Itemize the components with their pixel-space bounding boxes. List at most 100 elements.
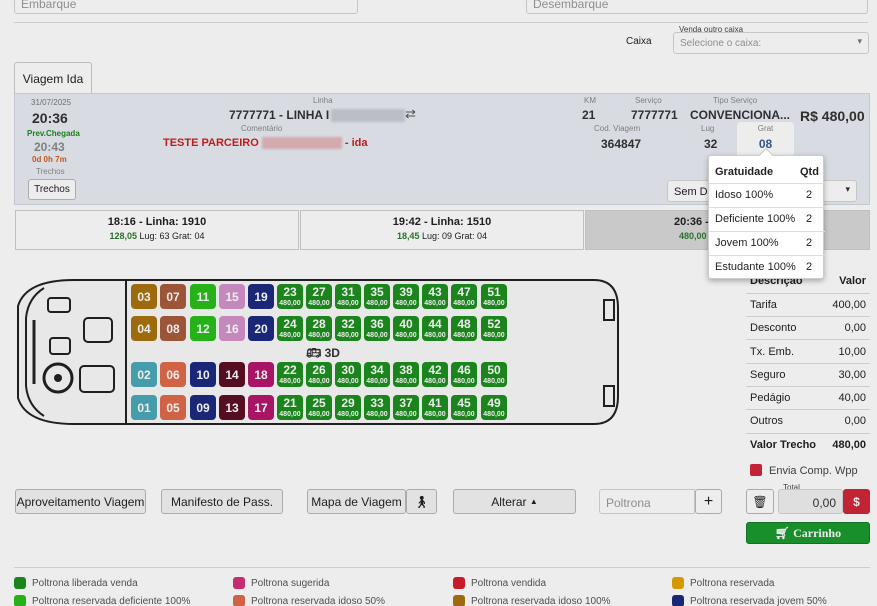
seat-15[interactable]: 15 <box>219 284 245 309</box>
seat-number: 06 <box>166 367 180 382</box>
seat-23[interactable]: 23 480,00 <box>277 284 303 309</box>
seat-price: 480,00 <box>337 378 359 385</box>
walking-person-icon[interactable]: 🚶︎ <box>406 489 437 514</box>
trip-info: Lug: 09 Grat: 04 <box>422 231 488 241</box>
seat-29[interactable]: 29 480,00 <box>335 395 361 420</box>
trechos-button[interactable]: Trechos <box>28 179 76 200</box>
seat-44[interactable]: 44 480,00 <box>422 316 448 341</box>
bus-3d-label[interactable]: 🚌︎ 3D <box>306 346 340 360</box>
envia-checkbox[interactable] <box>750 464 762 476</box>
desembarque-field[interactable]: Desembarque <box>526 0 868 14</box>
carrinho-button[interactable]: 🛒︎ Carrinho <box>746 522 870 544</box>
seat-10[interactable]: 10 <box>190 362 216 387</box>
seat-25[interactable]: 25 480,00 <box>306 395 332 420</box>
popup-header-gratuidade: Gratuidade <box>715 166 774 178</box>
comentario-suffix: - ida <box>344 137 368 149</box>
seat-13[interactable]: 13 <box>219 395 245 420</box>
manifesto-button[interactable]: Manifesto de Pass. <box>161 489 283 514</box>
aproveitamento-button[interactable]: Aproveitamento Viagem <box>15 489 146 514</box>
seat-35[interactable]: 35 480,00 <box>364 284 390 309</box>
seat-42[interactable]: 42 480,00 <box>422 362 448 387</box>
alterar-button[interactable]: Alterar ▲ <box>453 489 576 514</box>
add-poltrona-button[interactable]: + <box>695 489 722 514</box>
seat-number: 28 <box>312 317 326 331</box>
seat-52[interactable]: 52 480,00 <box>481 316 507 341</box>
fare-row: Pedágio 40,00 <box>746 385 870 410</box>
dollar-icon[interactable]: $ <box>843 489 870 514</box>
seat-07[interactable]: 07 <box>160 284 186 309</box>
poltrona-input[interactable]: Poltrona <box>599 489 695 514</box>
seat-28[interactable]: 28 480,00 <box>306 316 332 341</box>
seat-03[interactable]: 03 <box>131 284 157 309</box>
servico-value: 7777771 <box>631 108 678 122</box>
seat-08[interactable]: 08 <box>160 316 186 341</box>
trip-option[interactable]: 18:16 - Linha: 1910 128,05 Lug: 63 Grat:… <box>15 210 299 250</box>
seat-19[interactable]: 19 <box>248 284 274 309</box>
linha-value: 7777771 - LINHA I <box>229 108 406 123</box>
trash-icon[interactable]: 🗑︎ <box>746 489 774 514</box>
seat-14[interactable]: 14 <box>219 362 245 387</box>
seat-number: 12 <box>196 321 210 336</box>
gratuidade-row: Estudante 100% 2 <box>709 255 825 279</box>
mapa-viagem-button[interactable]: Mapa de Viagem <box>307 489 406 514</box>
seat-45[interactable]: 45 480,00 <box>451 395 477 420</box>
seat-31[interactable]: 31 480,00 <box>335 284 361 309</box>
trip-option[interactable]: 19:42 - Linha: 1510 18,45 Lug: 09 Grat: … <box>300 210 584 250</box>
seat-32[interactable]: 32 480,00 <box>335 316 361 341</box>
seat-number: 45 <box>457 396 471 410</box>
grat-label: Grat <box>757 124 774 133</box>
seat-12[interactable]: 12 <box>190 316 216 341</box>
caret-up-icon: ▲ <box>529 497 538 506</box>
seat-22[interactable]: 22 480,00 <box>277 362 303 387</box>
seat-price: 480,00 <box>279 378 301 385</box>
seat-41[interactable]: 41 480,00 <box>422 395 448 420</box>
seat-46[interactable]: 46 480,00 <box>451 362 477 387</box>
seat-34[interactable]: 34 480,00 <box>364 362 390 387</box>
seat-43[interactable]: 43 480,00 <box>422 284 448 309</box>
seat-39[interactable]: 39 480,00 <box>393 284 419 309</box>
legend-item: Poltrona reservada <box>672 577 775 589</box>
legend-label: Poltrona reservada <box>690 577 775 589</box>
gratuidade-row: Idoso 100% 2 <box>709 183 825 207</box>
seat-number: 42 <box>428 363 442 377</box>
seat-51[interactable]: 51 480,00 <box>481 284 507 309</box>
seat-40[interactable]: 40 480,00 <box>393 316 419 341</box>
seat-price: 480,00 <box>453 332 475 339</box>
seat-36[interactable]: 36 480,00 <box>364 316 390 341</box>
seat-24[interactable]: 24 480,00 <box>277 316 303 341</box>
seat-38[interactable]: 38 480,00 <box>393 362 419 387</box>
swap-icon[interactable]: ⇄ <box>405 106 416 122</box>
seat-16[interactable]: 16 <box>219 316 245 341</box>
seat-21[interactable]: 21 480,00 <box>277 395 303 420</box>
seat-20[interactable]: 20 <box>248 316 274 341</box>
seat-price: 480,00 <box>424 411 446 418</box>
chevron-down-icon: ▾ <box>857 36 862 46</box>
seat-04[interactable]: 04 <box>131 316 157 341</box>
seat-18[interactable]: 18 <box>248 362 274 387</box>
lug-label: Lug <box>701 124 715 133</box>
fare-row: Tarifa 400,00 <box>746 292 870 317</box>
seat-02[interactable]: 02 <box>131 362 157 387</box>
seat-33[interactable]: 33 480,00 <box>364 395 390 420</box>
seat-number: 10 <box>196 367 210 382</box>
seat-27[interactable]: 27 480,00 <box>306 284 332 309</box>
embarque-field[interactable]: Embarque <box>14 0 358 14</box>
seat-11[interactable]: 11 <box>190 284 216 309</box>
seat-06[interactable]: 06 <box>160 362 186 387</box>
seat-26[interactable]: 26 480,00 <box>306 362 332 387</box>
seat-50[interactable]: 50 480,00 <box>481 362 507 387</box>
seat-49[interactable]: 49 480,00 <box>481 395 507 420</box>
cod-viagem-label: Cod. Viagem <box>594 124 641 133</box>
seat-37[interactable]: 37 480,00 <box>393 395 419 420</box>
seat-30[interactable]: 30 480,00 <box>335 362 361 387</box>
seat-09[interactable]: 09 <box>190 395 216 420</box>
seat-01[interactable]: 01 <box>131 395 157 420</box>
seat-price: 480,00 <box>483 411 505 418</box>
seat-05[interactable]: 05 <box>160 395 186 420</box>
seat-17[interactable]: 17 <box>248 395 274 420</box>
caixa-select[interactable]: Selecione o caixa: ▾ <box>673 32 869 54</box>
seat-47[interactable]: 47 480,00 <box>451 284 477 309</box>
gratuidade-row: Deficiente 100% 2 <box>709 207 825 231</box>
seat-48[interactable]: 48 480,00 <box>451 316 477 341</box>
tab-viagem-ida[interactable]: Viagem Ida <box>14 62 92 93</box>
